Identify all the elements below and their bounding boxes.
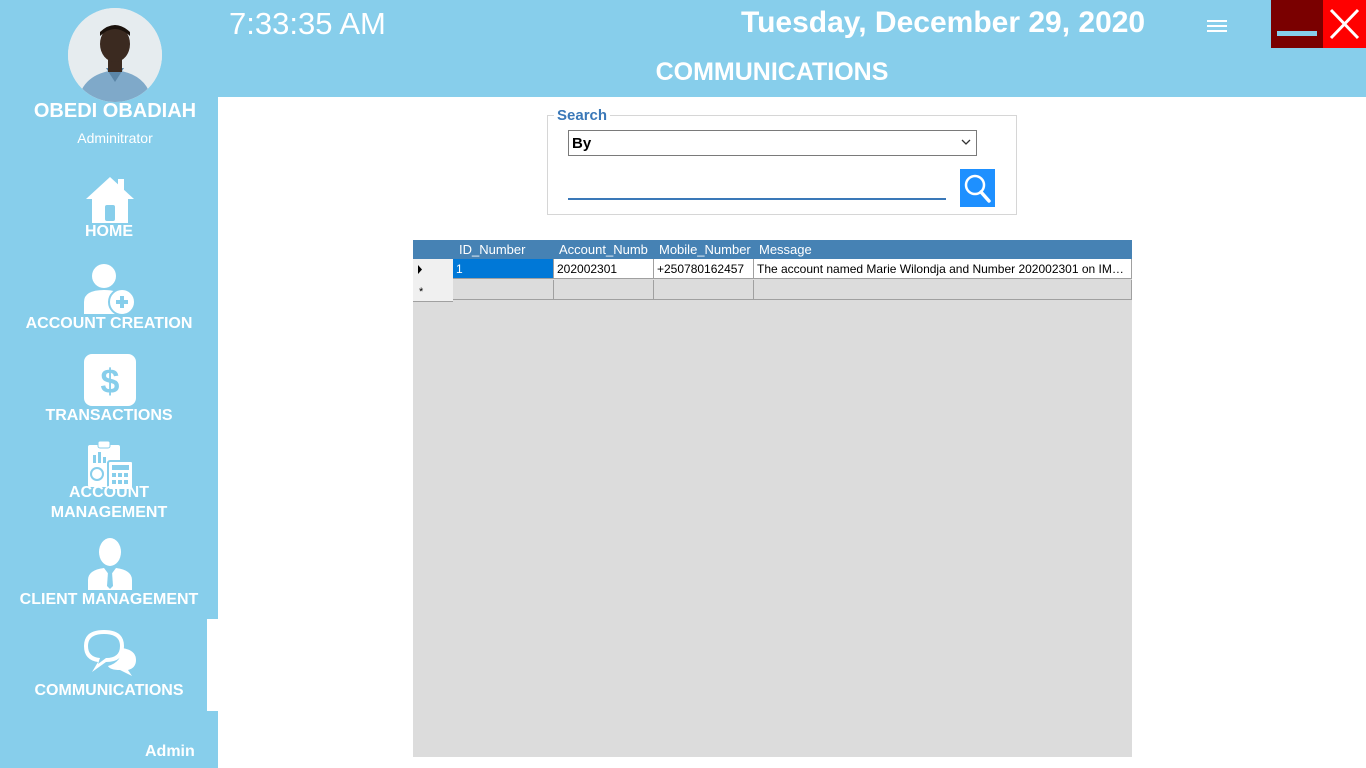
search-by-value: By xyxy=(572,135,592,152)
dollar-icon: $ xyxy=(84,354,136,406)
svg-text:$: $ xyxy=(101,363,120,401)
chevron-down-icon xyxy=(961,139,971,145)
sidebar-item-label: TRANSACTIONS xyxy=(45,407,173,424)
businessman-icon xyxy=(88,538,132,590)
search-icon xyxy=(964,174,991,203)
close-icon xyxy=(1329,8,1360,40)
minimize-button[interactable] xyxy=(1271,0,1323,48)
user-role: Adminitrator xyxy=(77,130,153,146)
search-legend: Search xyxy=(554,107,611,124)
table-row[interactable]: 1 202002301 +250780162457 The account na… xyxy=(413,259,1132,281)
minimize-icon xyxy=(1277,31,1317,36)
column-header-message[interactable]: Message xyxy=(759,242,1129,257)
sidebar-item-label: ACCOUNT xyxy=(69,484,149,501)
column-header-account-number[interactable]: Account_Numb xyxy=(559,242,653,257)
user-name: OBEDI OBADIAH xyxy=(33,100,197,122)
cell-mobile-number[interactable]: +250780162457 xyxy=(654,259,754,279)
row-header[interactable] xyxy=(413,259,453,281)
new-row[interactable]: * xyxy=(413,280,1132,302)
home-icon xyxy=(86,177,134,223)
sidebar-item-label: COMMUNICATIONS xyxy=(34,682,184,699)
row-header[interactable]: * xyxy=(413,280,453,302)
sidebar-item-client-management[interactable]: CLIENT MANAGEMENT xyxy=(0,537,218,612)
new-row-cell[interactable] xyxy=(554,280,654,300)
sidebar-item-label: CLIENT MANAGEMENT xyxy=(19,591,199,608)
clock-time: 7:33:35 AM xyxy=(229,6,386,41)
sidebar-item-label: MANAGEMENT xyxy=(50,504,168,521)
chat-bubbles-icon xyxy=(84,630,136,676)
communications-grid[interactable]: ID_Number Account_Numb Mobile_Number Mes… xyxy=(413,240,1132,757)
column-header-mobile-number[interactable]: Mobile_Number xyxy=(659,242,755,257)
sidebar-item-transactions[interactable]: $ TRANSACTIONS xyxy=(0,352,218,427)
cell-message[interactable]: The account named Marie Wilondja and Num… xyxy=(754,259,1132,279)
sidebar-item-communications[interactable]: COMMUNICATIONS xyxy=(0,628,218,708)
search-button[interactable] xyxy=(960,169,995,207)
sidebar-footer-admin: Admin xyxy=(145,743,195,760)
cell-id-number[interactable]: 1 xyxy=(453,259,554,279)
grid-header: ID_Number Account_Numb Mobile_Number Mes… xyxy=(413,240,1132,259)
page-title: COMMUNICATIONS xyxy=(655,58,889,86)
new-row-cell[interactable] xyxy=(453,280,554,300)
sidebar-item-account-creation[interactable]: ACCOUNT CREATION xyxy=(0,260,218,335)
column-header-id-number[interactable]: ID_Number xyxy=(459,242,555,257)
new-row-cell[interactable] xyxy=(754,280,1132,300)
search-input[interactable] xyxy=(568,176,946,200)
sidebar-item-label: HOME xyxy=(85,223,133,240)
new-row-cell[interactable] xyxy=(654,280,754,300)
svg-text:*: * xyxy=(419,286,424,298)
close-button[interactable] xyxy=(1323,0,1366,48)
search-by-select[interactable]: By xyxy=(568,130,977,156)
cell-account-number[interactable]: 202002301 xyxy=(554,259,654,279)
sidebar-item-home[interactable]: HOME xyxy=(0,170,218,240)
new-row-asterisk-icon: * xyxy=(419,286,424,298)
current-date: Tuesday, December 29, 2020 xyxy=(741,6,1146,39)
current-row-arrow-icon xyxy=(418,265,422,274)
hamburger-menu-icon[interactable] xyxy=(1205,16,1229,36)
sidebar-item-label: ACCOUNT CREATION xyxy=(25,315,193,332)
add-user-icon xyxy=(84,264,136,316)
sidebar-item-account-management[interactable]: ACCOUNT MANAGEMENT xyxy=(0,440,218,525)
avatar xyxy=(68,8,162,102)
